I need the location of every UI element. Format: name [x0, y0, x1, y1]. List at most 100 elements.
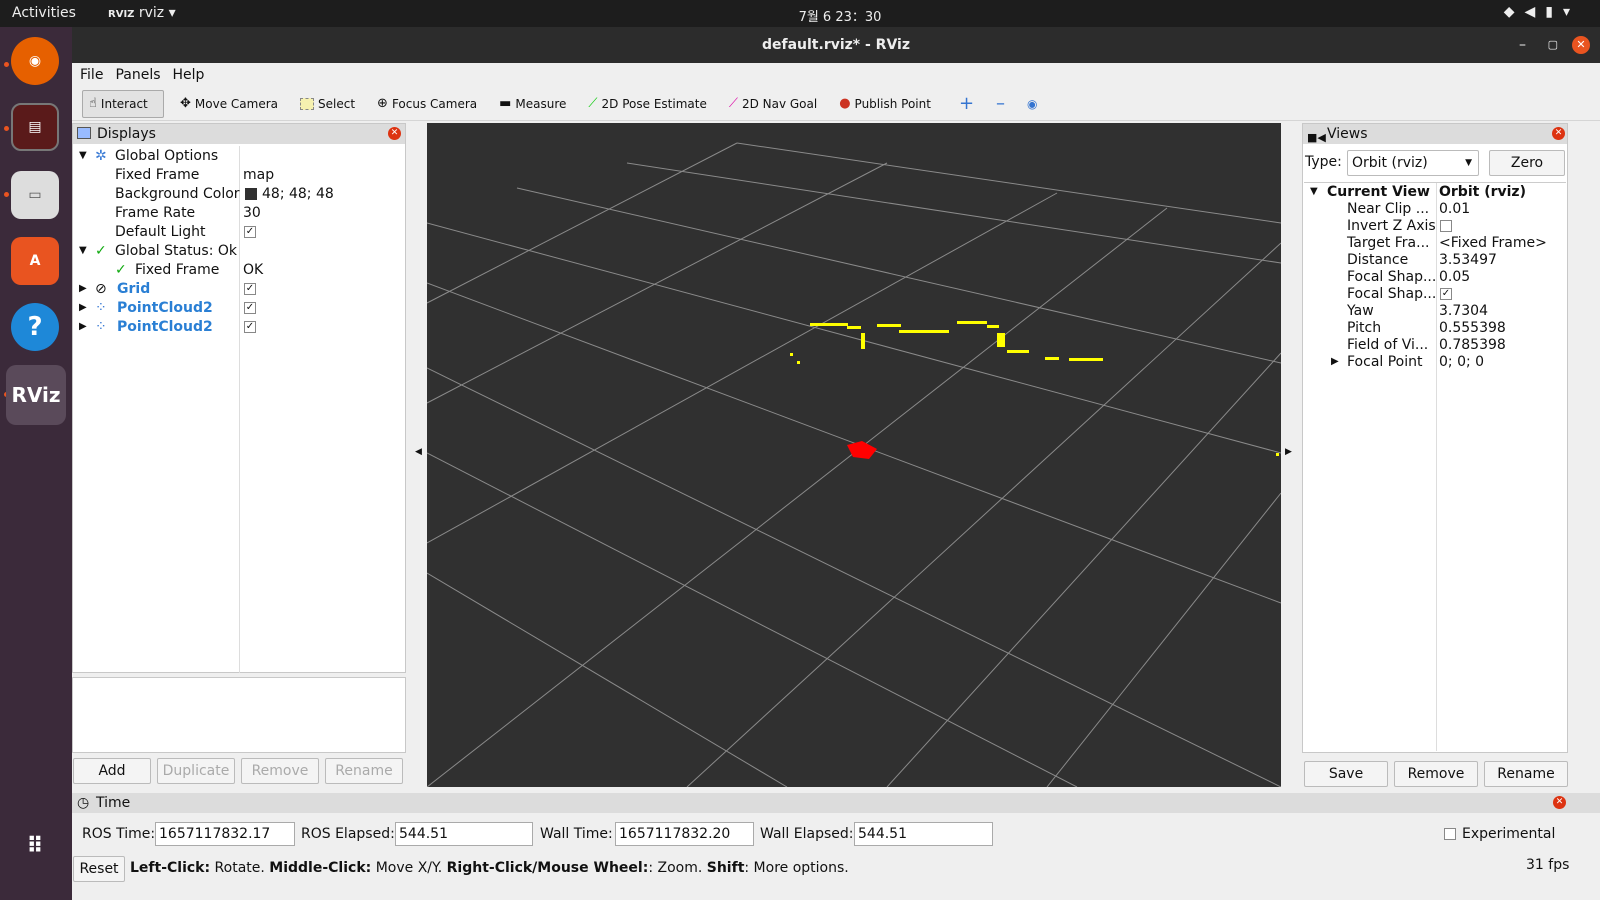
- menu-panels[interactable]: Panels: [115, 67, 160, 83]
- hand-icon: ☝: [89, 96, 97, 111]
- color-swatch[interactable]: [245, 188, 257, 200]
- chevron-down-icon: ▼: [79, 245, 87, 256]
- running-indicator: [4, 62, 9, 67]
- prop-value[interactable]: 0; 0; 0: [1439, 353, 1484, 371]
- nav-goal-tool[interactable]: ⟋ 2D Nav Goal: [723, 90, 823, 118]
- move-camera-label: Move Camera: [194, 96, 278, 111]
- select-tool[interactable]: Select: [294, 90, 361, 118]
- pointcloud2-checkbox[interactable]: ✓: [244, 302, 256, 314]
- prop-value[interactable]: 0.05: [1439, 268, 1470, 286]
- wall-time-field[interactable]: 1657117832.20: [615, 822, 754, 846]
- status-help-text: Left-Click: Rotate. Middle-Click: Move X…: [130, 860, 849, 876]
- plus-icon: +: [958, 93, 975, 114]
- fps-counter: 31 fps: [1526, 857, 1570, 873]
- prop-label: Focal Shap...: [1347, 286, 1437, 302]
- default-light-checkbox[interactable]: ✓: [244, 226, 256, 238]
- grid-line: [427, 367, 1281, 787]
- remove-button[interactable]: Remove: [241, 758, 319, 784]
- collapse-right-arrow[interactable]: ▶: [1285, 447, 1292, 457]
- prop-value[interactable]: 3.7304: [1439, 302, 1488, 320]
- pink-arrow-icon: ⟋: [728, 96, 738, 111]
- top-bar: Activities RVIZ rviz ▾ 7월 6 23：30 ◆◀▮▾: [0, 0, 1600, 27]
- prop-value[interactable]: 0.785398: [1439, 336, 1506, 354]
- focus-camera-tool[interactable]: ⊕ Focus Camera: [371, 90, 483, 118]
- view-properties: ▼ Current View Orbit (rviz) Near Clip ... 0…: [1304, 182, 1566, 752]
- software-center-icon[interactable]: A: [11, 237, 59, 285]
- minimize-button[interactable]: –: [1519, 27, 1526, 63]
- point-cluster: [1045, 357, 1059, 360]
- firefox-icon[interactable]: ◉: [11, 37, 59, 85]
- prop-label: Field of Vi...: [1347, 337, 1429, 353]
- prop-value[interactable]: <Fixed Frame>: [1439, 234, 1547, 252]
- wall-elapsed-field[interactable]: 544.51: [854, 822, 993, 846]
- clock[interactable]: 7월 6 23：30: [0, 6, 1600, 25]
- grid-label: Grid: [117, 281, 151, 297]
- duplicate-button[interactable]: Duplicate: [157, 758, 235, 784]
- rename-button[interactable]: Rename: [325, 758, 403, 784]
- views-rename-button[interactable]: Rename: [1484, 761, 1568, 787]
- pose-estimate-tool[interactable]: ⟋ 2D Pose Estimate: [582, 90, 712, 118]
- move-icon: ✥: [180, 96, 191, 111]
- system-tray[interactable]: ◆◀▮▾: [1504, 4, 1580, 20]
- remove-tool-button[interactable]: –: [990, 90, 1011, 118]
- experimental-checkbox[interactable]: [1444, 828, 1456, 840]
- close-icon[interactable]: ✕: [1552, 127, 1565, 140]
- chevron-down-icon: ▾: [1562, 4, 1580, 20]
- prop-value[interactable]: 0.555398: [1439, 319, 1506, 337]
- view-type-value: Orbit (rviz): [1352, 155, 1428, 171]
- title-bar: default.rviz* - RViz – ▢ ✕: [72, 27, 1600, 63]
- rviz-icon[interactable]: RViz: [6, 365, 66, 425]
- views-save-button[interactable]: Save: [1304, 761, 1388, 787]
- green-arrow-icon: ⟋: [588, 96, 598, 111]
- camera-type-button[interactable]: ◉: [1021, 90, 1043, 118]
- close-icon[interactable]: ✕: [388, 127, 401, 140]
- grid-line: [1046, 492, 1281, 787]
- prop-value[interactable]: 0.01: [1439, 200, 1470, 218]
- prop-label: Distance: [1347, 252, 1409, 268]
- maximize-button[interactable]: ▢: [1548, 27, 1558, 63]
- invert-z-checkbox[interactable]: [1440, 220, 1452, 232]
- measure-tool[interactable]: ▬ Measure: [493, 90, 572, 118]
- close-button[interactable]: ✕: [1572, 36, 1590, 54]
- view-type-select[interactable]: Orbit (rviz) ▼: [1347, 150, 1479, 176]
- grid-checkbox[interactable]: ✓: [244, 283, 256, 295]
- help-icon[interactable]: ?: [11, 303, 59, 351]
- show-apps-icon[interactable]: ⠿: [11, 822, 59, 870]
- fixed-frame-value[interactable]: map: [243, 166, 274, 184]
- zero-button[interactable]: Zero: [1489, 150, 1565, 176]
- bg-color-value[interactable]: 48; 48; 48: [262, 185, 334, 203]
- menu-help[interactable]: Help: [173, 67, 205, 83]
- ros-time-field[interactable]: 1657117832.17: [155, 822, 295, 846]
- move-camera-tool[interactable]: ✥ Move Camera: [174, 90, 284, 118]
- bg-color-label: Background Color: [115, 186, 240, 202]
- dock: ◉ ▤ ▭ A ? RViz ⠿: [0, 27, 72, 900]
- reset-button[interactable]: Reset: [73, 856, 125, 882]
- 3d-viewport[interactable]: [427, 123, 1281, 787]
- prop-value[interactable]: 3.53497: [1439, 251, 1497, 269]
- ros-elapsed-field[interactable]: 544.51: [395, 822, 533, 846]
- type-label: Type:: [1305, 154, 1342, 170]
- grid-scene: [427, 142, 1281, 787]
- frame-rate-value[interactable]: 30: [243, 204, 261, 222]
- add-button[interactable]: Add: [73, 758, 151, 784]
- grid-line: [886, 352, 1281, 787]
- publish-point-tool[interactable]: ● Publish Point: [833, 90, 937, 118]
- menu-file[interactable]: File: [80, 67, 103, 83]
- grid-line: [427, 572, 788, 787]
- collapse-left-arrow[interactable]: ◀: [415, 447, 422, 457]
- interact-tool[interactable]: ☝ Interact: [82, 89, 164, 118]
- focal-shape-checkbox[interactable]: ✓: [1440, 288, 1452, 300]
- select-label: Select: [318, 96, 356, 111]
- terminal-icon[interactable]: ▤: [11, 103, 59, 151]
- wifi-icon: ◆: [1503, 4, 1525, 20]
- files-icon[interactable]: ▭: [11, 171, 59, 219]
- add-tool-button[interactable]: +: [953, 90, 980, 118]
- point-cluster: [1007, 350, 1029, 353]
- fixed-frame-label: Fixed Frame: [115, 167, 200, 183]
- pointcloud2-checkbox[interactable]: ✓: [244, 321, 256, 333]
- views-remove-button[interactable]: Remove: [1394, 761, 1478, 787]
- rviz-window: default.rviz* - RViz – ▢ ✕ File Panels H…: [72, 27, 1600, 900]
- close-icon[interactable]: ✕: [1553, 796, 1566, 809]
- point-cluster: [847, 326, 861, 329]
- point-cluster: [797, 361, 800, 364]
